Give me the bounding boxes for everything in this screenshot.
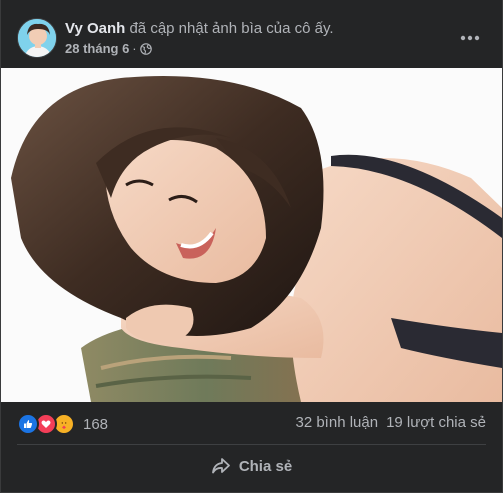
post-actions: Chia sẻ — [13, 448, 490, 484]
avatar[interactable] — [17, 18, 57, 58]
like-icon — [17, 413, 39, 435]
post-stats: 168 32 bình luận 19 lượt chia sẻ — [1, 402, 502, 444]
actions-divider — [17, 444, 486, 445]
engagement-counts: 32 bình luận 19 lượt chia sẻ — [295, 414, 486, 431]
more-options-button[interactable] — [454, 22, 486, 54]
cover-photo-image — [1, 68, 502, 402]
comments-count-link[interactable]: 32 bình luận — [295, 414, 378, 431]
reaction-summary[interactable]: 168 — [17, 413, 108, 435]
globe-icon[interactable] — [139, 43, 152, 55]
author-line: Vy Oanh đã cập nhật ảnh bìa của cô ấy. — [65, 20, 334, 38]
meta-separator: · — [132, 41, 137, 56]
author-name[interactable]: Vy Oanh — [65, 20, 125, 37]
post-timestamp[interactable]: 28 tháng 6 — [65, 41, 129, 57]
shares-count-link[interactable]: 19 lượt chia sẻ — [386, 414, 486, 431]
avatar-image — [18, 19, 56, 57]
post-card: Vy Oanh đã cập nhật ảnh bìa của cô ấy. 2… — [0, 0, 503, 493]
post-action-text: đã cập nhật ảnh bìa của cô ấy. — [129, 20, 334, 37]
cover-photo[interactable] — [1, 68, 502, 402]
share-arrow-icon — [211, 458, 230, 474]
more-horizontal-icon — [460, 35, 480, 41]
share-button[interactable]: Chia sẻ — [13, 448, 490, 484]
post-meta: 28 tháng 6 · — [65, 41, 152, 57]
reaction-count: 168 — [83, 415, 109, 433]
post-header: Vy Oanh đã cập nhật ảnh bìa của cô ấy. 2… — [1, 0, 502, 68]
share-label: Chia sẻ — [238, 457, 293, 475]
